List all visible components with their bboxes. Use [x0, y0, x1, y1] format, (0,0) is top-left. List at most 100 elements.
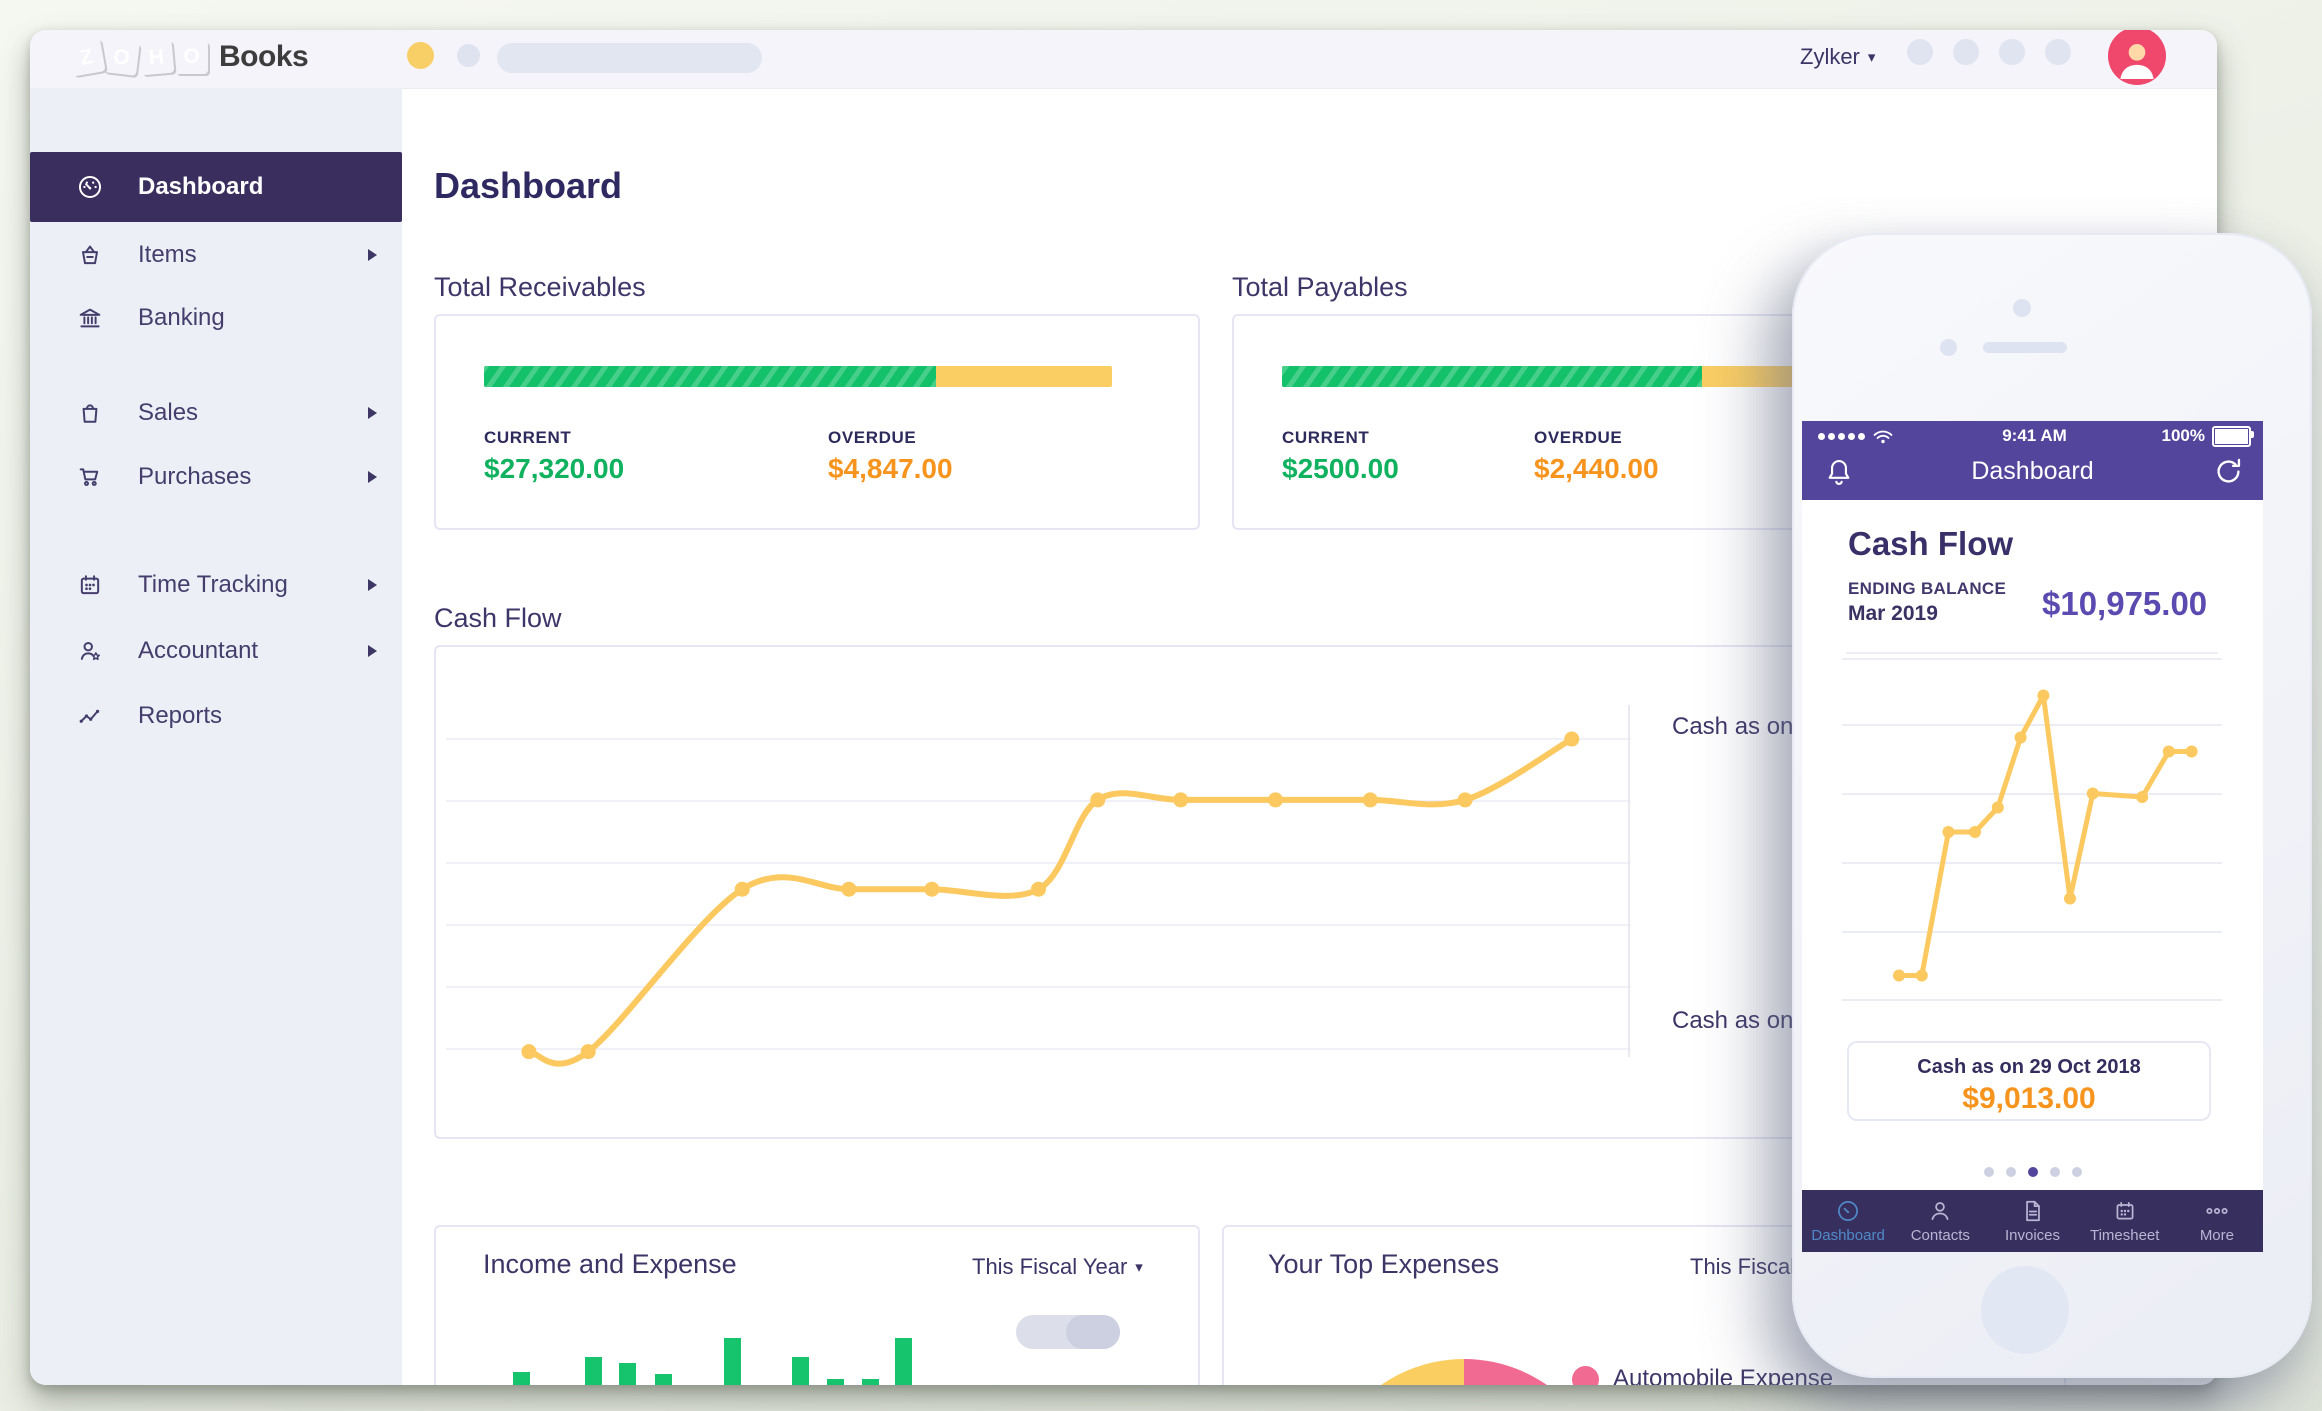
top-expenses-title: Your Top Expenses: [1268, 1249, 1500, 1279]
cash-as-on-value: $9,013.00: [1962, 1082, 2096, 1115]
cash-flow-chart: [446, 731, 1631, 1067]
calendar-icon: [80, 575, 100, 595]
phone-nav-bar: Dashboard: [1802, 445, 2263, 500]
sidebar-item-label: Items: [138, 241, 197, 268]
bar: [792, 1357, 809, 1385]
sidebar-item-accountant[interactable]: Accountant: [30, 623, 402, 679]
bar: [827, 1379, 844, 1385]
sidebar-item-sales[interactable]: Sales: [30, 385, 402, 441]
phone-tab-bar: Dashboard Contacts Invoices Timesheet Mo…: [1802, 1190, 2263, 1252]
pager-dot[interactable]: [2049, 1167, 2060, 1177]
legend-color-dot: [1572, 1365, 1599, 1385]
cash-as-on-label: Cash as on: [1917, 1056, 2024, 1078]
org-dropdown[interactable]: Zylker ▾: [1800, 44, 1875, 70]
logo-tile-o1: O: [103, 39, 140, 76]
gauge-icon: [78, 175, 102, 199]
sidebar-item-banking[interactable]: Banking: [30, 290, 402, 346]
toolbar-dot-button[interactable]: [457, 44, 480, 67]
document-icon: [2025, 1200, 2040, 1222]
sidebar-item-dashboard[interactable]: Dashboard: [30, 152, 402, 222]
bar: [513, 1372, 530, 1385]
pager-dot[interactable]: [2005, 1167, 2016, 1177]
receivables-progress-current: [484, 366, 937, 387]
ending-balance-value: $10,975.00: [2042, 585, 2208, 622]
payables-progress-current: [1282, 366, 1702, 387]
sidebar-item-label: Dashboard: [138, 173, 264, 200]
logo-tile-o2: O: [175, 41, 208, 74]
page-title: Dashboard: [434, 165, 623, 206]
speaker-slot: [1983, 342, 2067, 353]
cashflow-section-title: Cash Flow: [434, 603, 562, 633]
sensor-dot: [2013, 299, 2031, 317]
tab-invoices[interactable]: Invoices: [1986, 1190, 2078, 1252]
legend-label: Automobile Expense: [1613, 1365, 1834, 1385]
carousel-pager[interactable]: [1802, 1167, 2263, 1177]
battery-icon: [2212, 425, 2254, 447]
tab-dashboard[interactable]: Dashboard: [1802, 1190, 1894, 1252]
chevron-right-icon: [368, 249, 377, 261]
refresh-icon[interactable]: [2212, 455, 2245, 488]
sidebar-item-reports[interactable]: Reports: [30, 688, 402, 744]
phone-screen: 9:41 AM 100% Dashboard Cash Flow ENDING …: [1802, 421, 2263, 1252]
logo-text: Books: [219, 40, 309, 73]
pager-dot[interactable]: [2071, 1167, 2082, 1177]
pie-legend-item: Automobile Expense: [1572, 1365, 1833, 1385]
user-star-icon: [80, 641, 100, 661]
tab-label: More: [2199, 1227, 2234, 1244]
phone-page-title: Dashboard: [1971, 457, 2094, 485]
sidebar-item-label: Banking: [138, 304, 225, 331]
avatar[interactable]: [2108, 30, 2166, 85]
topbar-icon-button-1[interactable]: [1907, 39, 1933, 65]
pager-dot[interactable]: [2027, 1167, 2038, 1177]
bar: [895, 1338, 912, 1385]
current-label: CURRENT: [1282, 428, 1370, 447]
zoho-books-logo: Z O H O Books: [67, 38, 309, 76]
top-expenses-pie-chart: [1319, 1359, 1609, 1385]
cash-flow-card: Cash as on Cash as on: [434, 645, 1858, 1139]
sidebar-item-time-tracking[interactable]: Time Tracking: [30, 557, 402, 613]
sidebar-item-items[interactable]: Items: [30, 227, 402, 283]
overdue-value: $4,847.00: [828, 453, 953, 484]
tab-contacts[interactable]: Contacts: [1894, 1190, 1986, 1252]
chevron-right-icon: [368, 407, 377, 419]
logo-tile-z: Z: [67, 38, 105, 76]
phone-cash-flow-chart: [1842, 658, 2222, 1001]
person-icon: [1931, 1202, 1949, 1220]
phone-header: 9:41 AM 100% Dashboard: [1802, 421, 2263, 500]
sidebar-item-label: Reports: [138, 702, 223, 729]
cash-as-on-date: 29 Oct 2018: [2029, 1056, 2141, 1078]
notification-dot-button[interactable]: [407, 42, 434, 69]
pager-dot[interactable]: [1983, 1167, 1994, 1177]
overdue-value: $2,440.00: [1534, 453, 1659, 484]
cart-icon: [79, 468, 99, 487]
tab-more[interactable]: More: [2171, 1190, 2263, 1252]
chevron-right-icon: [368, 579, 377, 591]
payables-progress-bar: [1282, 366, 1842, 387]
income-expense-bar-chart: [436, 1227, 1198, 1385]
home-button[interactable]: [1981, 1266, 2069, 1354]
chevron-right-icon: [368, 471, 377, 483]
sidebar: Dashboard Items Banking Sales Purchases …: [30, 88, 402, 1385]
tab-label: Dashboard: [1811, 1227, 1885, 1244]
status-bar: 9:41 AM 100%: [1818, 425, 2254, 447]
search-input[interactable]: [497, 43, 762, 73]
payables-section-title: Total Payables: [1232, 272, 1408, 302]
bag-icon: [82, 404, 98, 423]
wifi-icon: [1873, 430, 1893, 443]
topbar-icon-button-2[interactable]: [1953, 39, 1979, 65]
bar: [862, 1379, 879, 1385]
chevron-down-icon: ▾: [1867, 49, 1876, 66]
sidebar-item-label: Accountant: [138, 637, 259, 664]
cash-as-on-label-bottom: Cash as on: [1672, 1007, 1794, 1034]
trend-icon: [79, 709, 100, 723]
current-label: CURRENT: [484, 428, 572, 447]
signal-dots-icon: [1818, 432, 1865, 440]
bar: [655, 1374, 672, 1385]
sidebar-item-purchases[interactable]: Purchases: [30, 449, 402, 505]
topbar-icon-button-4[interactable]: [2045, 39, 2071, 65]
topbar-icon-button-3[interactable]: [1999, 39, 2025, 65]
divider: [1628, 705, 1630, 1057]
cash-as-on-label-top: Cash as on: [1672, 713, 1794, 740]
tab-timesheet[interactable]: Timesheet: [2079, 1190, 2171, 1252]
tab-label: Timesheet: [2089, 1227, 2160, 1244]
